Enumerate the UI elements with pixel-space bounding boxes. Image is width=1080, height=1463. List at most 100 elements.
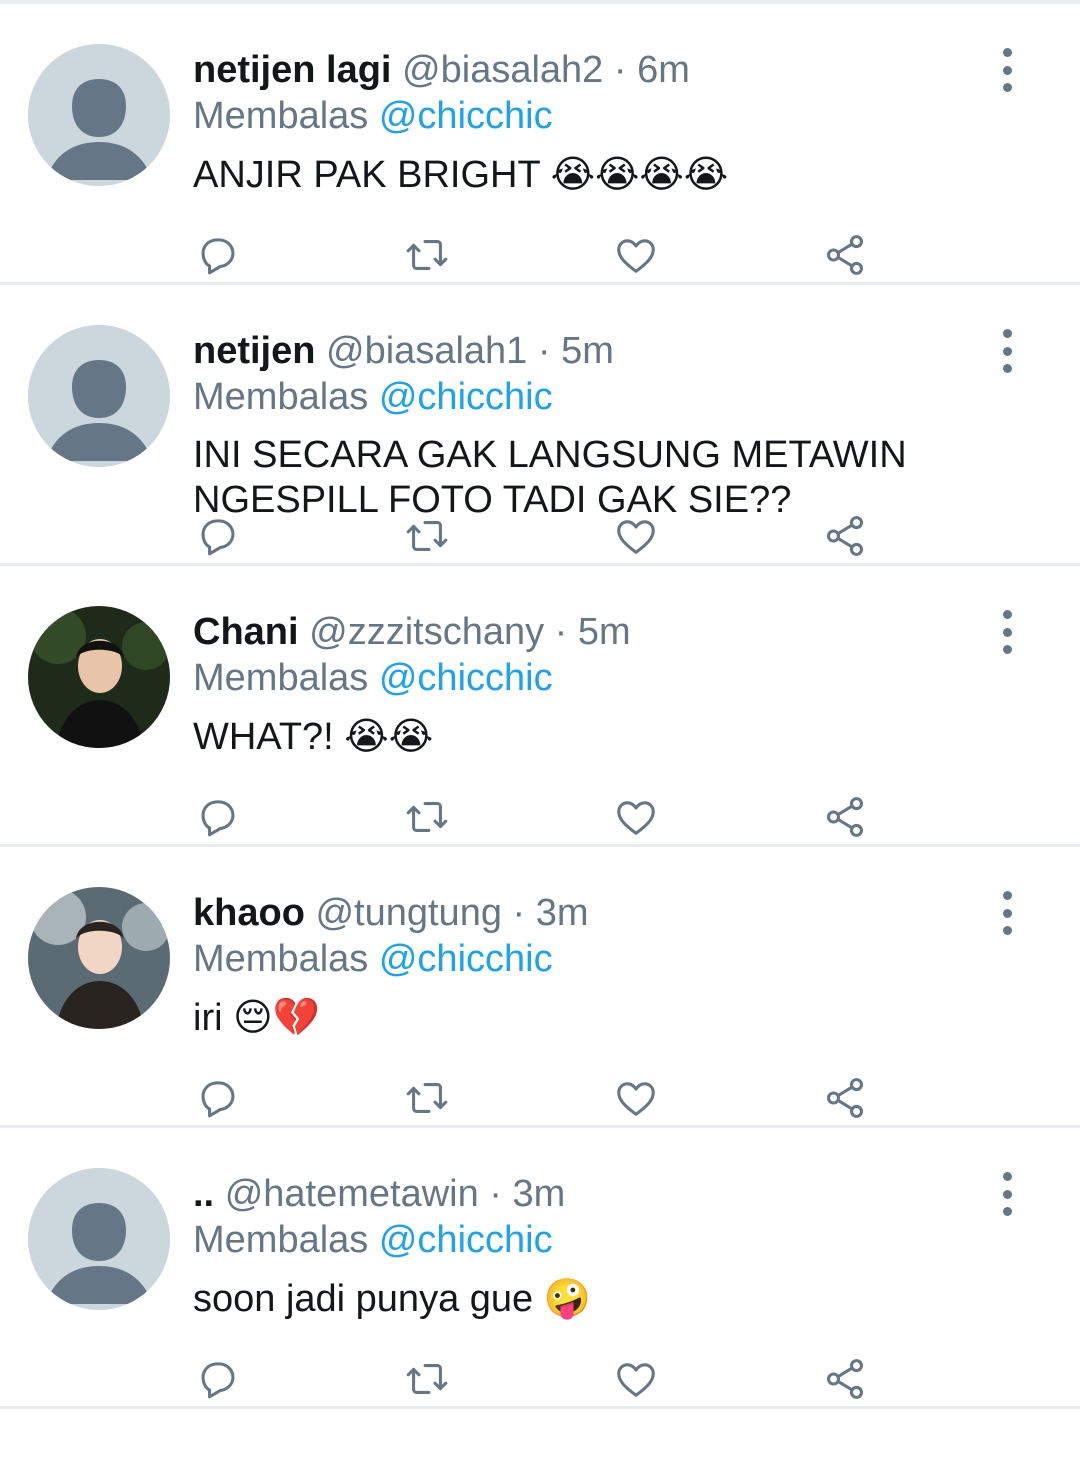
- default-avatar-icon: [28, 325, 170, 467]
- tweet-4[interactable]: khaoo @tungtung · 3m Membalas @chicchic …: [0, 847, 1080, 1128]
- reply-prefix: Membalas: [193, 1219, 369, 1261]
- tweet-header: .. @hatemetawin · 3m: [193, 1170, 565, 1218]
- tweet-actions: [0, 1073, 1080, 1127]
- timestamp[interactable]: 3m: [513, 1173, 566, 1215]
- share-icon: [826, 516, 864, 556]
- more-vertical-icon-dot: [1002, 627, 1012, 637]
- tweet-3[interactable]: Chani @zzzitschany · 5m Membalas @chicch…: [0, 566, 1080, 847]
- retweet-icon: [406, 1083, 448, 1113]
- timestamp[interactable]: 6m: [637, 49, 690, 91]
- tweet-header: khaoo @tungtung · 3m: [193, 889, 589, 937]
- retweet-button[interactable]: [402, 792, 452, 842]
- more-vertical-icon: [1002, 48, 1012, 57]
- handle[interactable]: @biasalah1: [326, 330, 527, 372]
- reply-mention-link[interactable]: @chicchic: [379, 938, 553, 980]
- timestamp[interactable]: 5m: [578, 611, 631, 653]
- reply-prefix: Membalas: [193, 657, 369, 699]
- share-button[interactable]: [820, 792, 870, 842]
- more-vertical-icon-dot: [1002, 645, 1012, 654]
- display-name[interactable]: khaoo: [193, 892, 305, 934]
- avatar[interactable]: [28, 325, 170, 467]
- default-avatar-icon: [28, 44, 170, 186]
- reply-button[interactable]: [193, 792, 243, 842]
- separator-dot: ·: [512, 892, 526, 934]
- tweet-text: iri 😔💔: [193, 995, 953, 1040]
- share-icon: [826, 1359, 864, 1399]
- separator-dot: ·: [537, 330, 551, 372]
- tweet-2[interactable]: netijen @biasalah1 · 5m Membalas @chicch…: [0, 285, 1080, 566]
- share-button[interactable]: [820, 230, 870, 280]
- handle[interactable]: @zzzitschany: [309, 611, 544, 653]
- like-button[interactable]: [611, 1073, 661, 1123]
- tweet-emojis: 🤪: [543, 1276, 592, 1320]
- reply-icon: [201, 238, 235, 275]
- more-options-button[interactable]: [990, 48, 1024, 92]
- like-button[interactable]: [611, 230, 661, 280]
- timestamp[interactable]: 3m: [536, 892, 589, 934]
- tweet-5[interactable]: .. @hatemetawin · 3m Membalas @chicchic …: [0, 1128, 1080, 1409]
- display-name[interactable]: Chani: [193, 611, 299, 653]
- tweet-actions: [0, 1354, 1080, 1408]
- tweet-emojis: 😔💔: [233, 995, 321, 1039]
- avatar[interactable]: [28, 606, 170, 748]
- more-options-button[interactable]: [990, 891, 1024, 935]
- share-button[interactable]: [820, 1354, 870, 1404]
- reply-mention-link[interactable]: @chicchic: [379, 376, 553, 418]
- retweet-icon: [406, 521, 448, 551]
- reply-button[interactable]: [193, 511, 243, 561]
- tweet-1[interactable]: netijen lagi @biasalah2 · 6m Membalas @c…: [0, 4, 1080, 285]
- reply-prefix: Membalas: [193, 376, 369, 418]
- retweet-button[interactable]: [402, 511, 452, 561]
- more-vertical-icon-dot: [1002, 346, 1012, 356]
- share-icon: [826, 235, 864, 275]
- more-vertical-icon: [1002, 610, 1012, 619]
- reply-button[interactable]: [193, 230, 243, 280]
- separator-dot: ·: [613, 49, 627, 91]
- reply-context: Membalas @chicchic: [193, 92, 553, 140]
- more-vertical-icon-dot: [1002, 83, 1012, 92]
- reply-button[interactable]: [193, 1354, 243, 1404]
- like-button[interactable]: [611, 511, 661, 561]
- timestamp[interactable]: 5m: [561, 330, 614, 372]
- handle[interactable]: @tungtung: [315, 892, 502, 934]
- retweet-button[interactable]: [402, 1354, 452, 1404]
- profile-photo: [28, 887, 170, 1029]
- reply-button[interactable]: [193, 1073, 243, 1123]
- tweet-text-content: INI SECARA GAK LANGSUNG METAWIN NGESPILL…: [193, 434, 907, 521]
- avatar[interactable]: [28, 1168, 170, 1310]
- like-button[interactable]: [611, 792, 661, 842]
- tweet-actions: [0, 230, 1080, 284]
- more-vertical-icon: [1002, 1172, 1012, 1181]
- avatar[interactable]: [28, 44, 170, 186]
- handle[interactable]: @biasalah2: [402, 49, 603, 91]
- share-icon: [826, 1078, 864, 1118]
- more-vertical-icon-dot: [1002, 1189, 1012, 1199]
- reply-mention-link[interactable]: @chicchic: [379, 95, 553, 137]
- like-button[interactable]: [611, 1354, 661, 1404]
- reply-prefix: Membalas: [193, 938, 369, 980]
- reply-mention-link[interactable]: @chicchic: [379, 657, 553, 699]
- more-options-button[interactable]: [990, 1172, 1024, 1216]
- handle[interactable]: @hatemetawin: [225, 1173, 479, 1215]
- display-name[interactable]: netijen: [193, 330, 315, 372]
- retweet-button[interactable]: [402, 1073, 452, 1123]
- separator-dot: ·: [554, 611, 568, 653]
- like-icon: [617, 801, 655, 835]
- reply-mention-link[interactable]: @chicchic: [379, 1219, 553, 1261]
- more-options-button[interactable]: [990, 610, 1024, 654]
- display-name[interactable]: ..: [193, 1173, 214, 1215]
- retweet-button[interactable]: [402, 230, 452, 280]
- reply-context: Membalas @chicchic: [193, 654, 553, 702]
- display-name[interactable]: netijen lagi: [193, 49, 391, 91]
- more-options-button[interactable]: [990, 329, 1024, 373]
- reply-prefix: Membalas: [193, 95, 369, 137]
- share-button[interactable]: [820, 1073, 870, 1123]
- more-vertical-icon-dot: [1002, 1207, 1012, 1216]
- share-button[interactable]: [820, 511, 870, 561]
- tweet-text: soon jadi punya gue 🤪: [193, 1276, 953, 1321]
- avatar[interactable]: [28, 887, 170, 1029]
- like-icon: [617, 1082, 655, 1116]
- tweet-text-content: ANJIR PAK BRIGHT: [193, 154, 551, 196]
- more-vertical-icon: [1002, 891, 1012, 900]
- tweet-emojis: 😭😭: [344, 714, 434, 758]
